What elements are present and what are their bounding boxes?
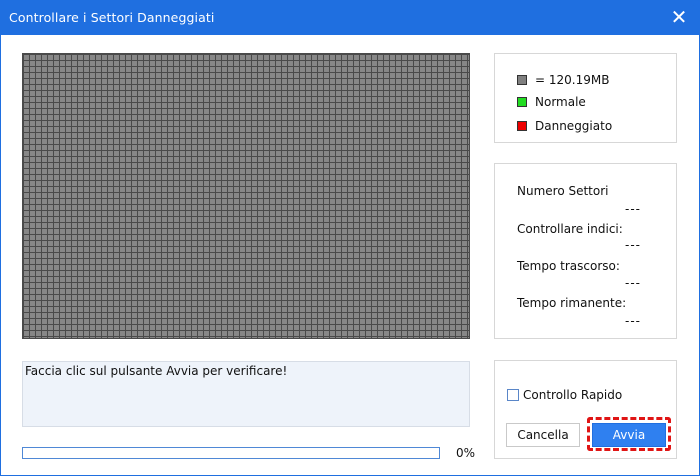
- remaining-time-label: Tempo rimanente:: [517, 296, 627, 310]
- title-bar: Controllare i Settori Danneggiati ✕: [1, 1, 699, 35]
- progress-bar: [22, 447, 440, 459]
- cancel-button[interactable]: Cancella: [506, 423, 580, 447]
- check-index-label: Controllare indici:: [517, 222, 623, 236]
- quick-check-checkbox[interactable]: [507, 389, 519, 401]
- sector-grid: [22, 53, 470, 339]
- stats-panel: Numero Settori --- Controllare indici: -…: [494, 163, 677, 339]
- start-button[interactable]: Avvia: [592, 423, 666, 447]
- sector-map: [22, 53, 470, 339]
- quick-check-label[interactable]: Controllo Rapido: [523, 388, 622, 402]
- red-square-icon: [517, 121, 527, 131]
- remaining-time-value: ---: [625, 314, 641, 328]
- instruction-text: Faccia clic sul pulsante Avvia per verif…: [25, 364, 288, 378]
- green-square-icon: [517, 97, 527, 107]
- legend-panel: = 120.19MB Normale Danneggiato: [494, 53, 677, 143]
- gray-square-icon: [517, 75, 527, 85]
- progress-percent: 0%: [456, 446, 476, 460]
- legend-item-damaged: Danneggiato: [517, 118, 612, 134]
- legend-label-normal: Normale: [535, 95, 586, 109]
- elapsed-time-value: ---: [625, 276, 641, 290]
- sector-count-label: Numero Settori: [517, 184, 609, 198]
- legend-item-block-size: = 120.19MB: [517, 72, 609, 88]
- message-box: Faccia clic sul pulsante Avvia per verif…: [22, 361, 470, 427]
- legend-item-normal: Normale: [517, 94, 586, 110]
- actions-panel: Controllo Rapido Cancella Avvia: [494, 360, 677, 459]
- check-index-value: ---: [625, 238, 641, 252]
- legend-label-damaged: Danneggiato: [535, 119, 613, 133]
- close-icon[interactable]: ✕: [667, 6, 691, 30]
- check-bad-sectors-dialog: Controllare i Settori Danneggiati ✕ = 12…: [0, 0, 700, 476]
- legend-label-block-size: = 120.19MB: [535, 73, 610, 87]
- window-title: Controllare i Settori Danneggiati: [9, 10, 215, 25]
- sector-count-value: ---: [625, 202, 641, 216]
- elapsed-time-label: Tempo trascorso:: [517, 259, 620, 273]
